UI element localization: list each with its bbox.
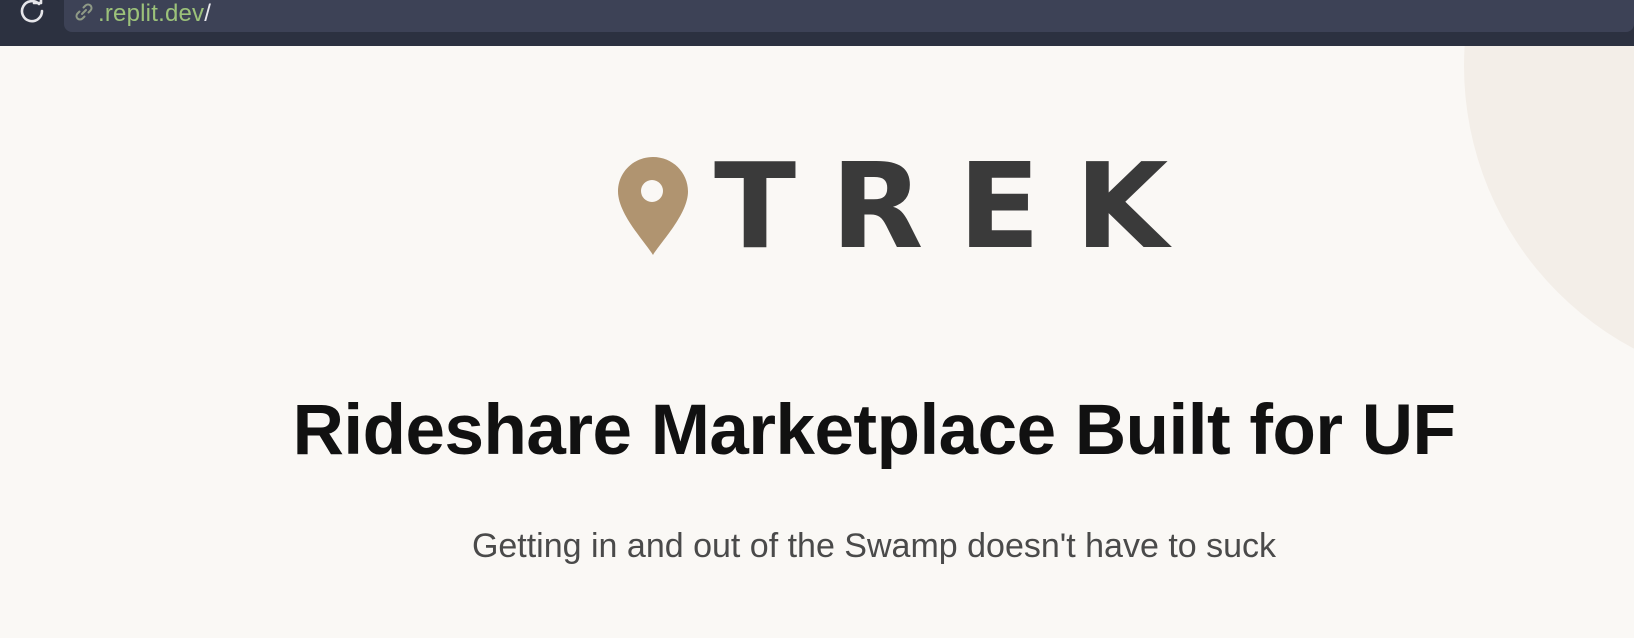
decorative-background-circle [1464,46,1634,386]
url-domain: .replit.dev [98,0,205,27]
page-headline: Rideshare Marketplace Built for UF [292,391,1456,470]
url-text: .replit.dev/ [98,0,211,26]
browser-toolbar: .replit.dev/ [0,0,1634,46]
trek-logo: TREK [618,147,1193,265]
map-pin-icon [618,157,688,255]
logo-wordmark: TREK [714,137,1203,275]
link-icon [72,0,96,24]
reload-icon [17,0,47,30]
reload-button[interactable] [14,0,50,30]
url-path: / [204,0,212,27]
address-bar[interactable]: .replit.dev/ [64,0,1634,32]
landing-page: TREK Rideshare Marketplace Built for UF … [0,46,1634,638]
page-subheadline: Getting in and out of the Swamp doesn't … [471,527,1277,565]
